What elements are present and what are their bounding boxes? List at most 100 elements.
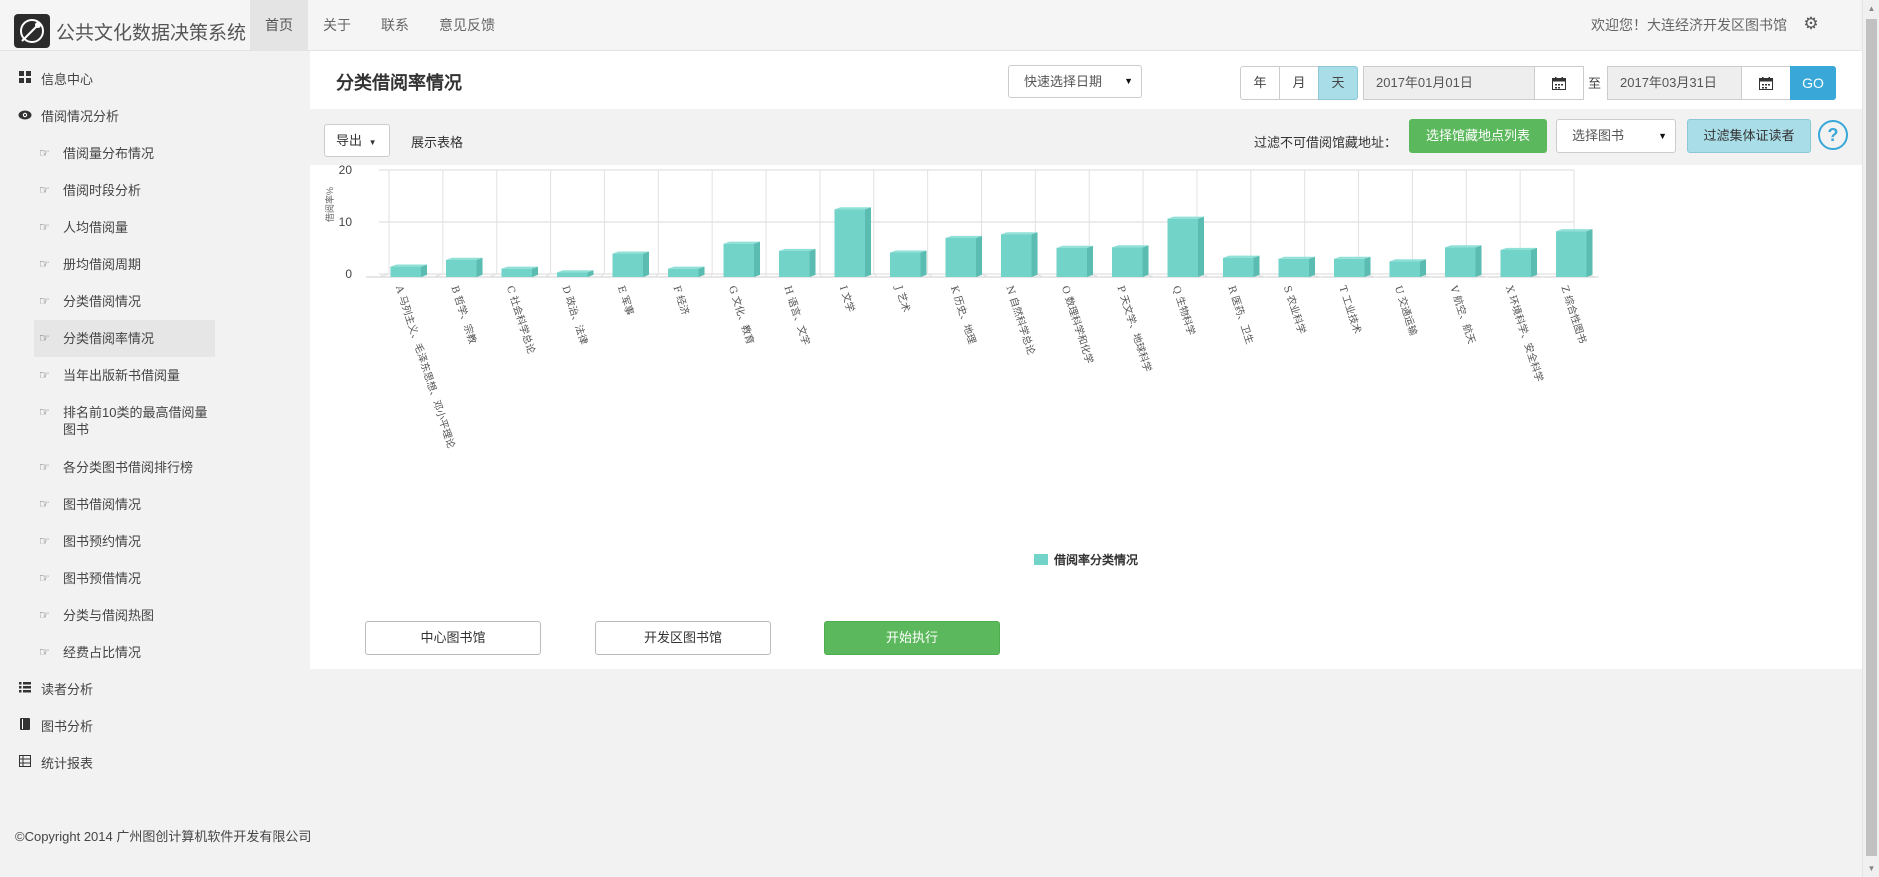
sidebar-sub-label: 分类与借阅热图 bbox=[63, 608, 155, 623]
bar-front bbox=[390, 266, 422, 277]
brand-title: 公共文化数据决策系统 bbox=[56, 22, 247, 44]
center-library-button[interactable]: 中心图书馆 bbox=[365, 621, 541, 655]
bar-top bbox=[501, 266, 539, 269]
hand-point-icon: ☞ bbox=[39, 534, 50, 548]
scroll-thumb[interactable] bbox=[1866, 19, 1877, 856]
sidebar-sub-item[interactable]: ☞ 经费占比情况 bbox=[0, 634, 240, 671]
sidebar-sub-label: 经费占比情况 bbox=[63, 645, 142, 660]
bar-front bbox=[1167, 218, 1199, 277]
bar-front bbox=[889, 252, 921, 277]
period-month-button[interactable]: 月 bbox=[1279, 66, 1319, 100]
end-date-input[interactable]: 2017年03月31日 bbox=[1607, 66, 1743, 100]
sidebar-sub-item-active[interactable]: ☞ 分类借阅率情况 bbox=[34, 320, 215, 357]
start-date-input[interactable]: 2017年01月01日 bbox=[1363, 66, 1535, 100]
bar bbox=[1444, 245, 1482, 277]
sidebar-item-borrow-analysis[interactable]: 借阅情况分析 bbox=[0, 98, 240, 135]
period-day-button[interactable]: 天 bbox=[1318, 66, 1358, 100]
calendar-icon[interactable] bbox=[1741, 66, 1791, 100]
hand-point-icon: ☞ bbox=[39, 571, 50, 585]
main-panel: 分类借阅率情况 快速选择日期 ▼ 年 月 天 2017年01月01日 至 201… bbox=[310, 51, 1862, 669]
nav-about[interactable]: 关于 bbox=[308, 0, 366, 51]
gear-icon[interactable]: ⚙ bbox=[1802, 15, 1820, 33]
start-execute-button[interactable]: 开始执行 bbox=[824, 621, 1000, 655]
sidebar-sub-item[interactable]: ☞ 图书预约情况 bbox=[0, 523, 240, 560]
sidebar-sub-item[interactable]: ☞ 图书预借情况 bbox=[0, 560, 240, 597]
bar bbox=[889, 250, 927, 277]
dev-zone-library-button[interactable]: 开发区图书馆 bbox=[595, 621, 771, 655]
sidebar-item-reports[interactable]: 统计报表 bbox=[0, 745, 240, 782]
bar bbox=[667, 266, 705, 277]
sidebar-sub-item[interactable]: ☞ 借阅量分布情况 bbox=[0, 135, 240, 172]
x-tick-label: R 医药、卫生 bbox=[1225, 284, 1256, 346]
bar bbox=[556, 270, 594, 277]
quick-date-select[interactable]: 快速选择日期 ▼ bbox=[1008, 65, 1142, 98]
sidebar-sub-item[interactable]: ☞ 图书借阅情况 bbox=[0, 486, 240, 523]
select-book-dropdown[interactable]: 选择图书 ▼ bbox=[1556, 119, 1676, 153]
period-year-button[interactable]: 年 bbox=[1240, 66, 1280, 100]
scroll-up-icon[interactable]: ▲ bbox=[1867, 4, 1876, 13]
help-icon[interactable]: ? bbox=[1818, 120, 1848, 150]
sidebar-item-book-analysis[interactable]: 图书分析 bbox=[0, 708, 240, 745]
bar-top bbox=[1444, 245, 1482, 248]
caret-down-icon: ▼ bbox=[368, 138, 377, 147]
hand-point-icon: ☞ bbox=[39, 405, 50, 419]
go-button[interactable]: GO bbox=[1790, 66, 1836, 100]
export-button[interactable]: 导出 ▼ bbox=[324, 124, 390, 157]
bar bbox=[723, 241, 761, 277]
bar-chart: A 马列主义、毛泽东思想、邓小平理论B 哲学、宗教 C 社会科学总论 D 政治、法律… bbox=[324, 165, 1600, 567]
sidebar-sub-item[interactable]: ☞ 借阅时段分析 bbox=[0, 172, 240, 209]
sidebar-item-label: 统计报表 bbox=[41, 756, 94, 771]
sidebar-sub-item[interactable]: ☞ 排名前10类的最高借阅量图书 bbox=[0, 394, 240, 449]
bar-top bbox=[1278, 256, 1316, 259]
bar-side bbox=[1253, 255, 1260, 277]
sidebar-sub-item[interactable]: ☞ 当年出版新书借阅量 bbox=[0, 357, 240, 394]
sidebar-sub-label: 图书预借情况 bbox=[63, 571, 142, 586]
caret-down-icon: ▼ bbox=[1124, 76, 1133, 86]
bar bbox=[1500, 247, 1538, 277]
bar-top bbox=[1056, 245, 1094, 248]
sidebar-sub-item[interactable]: ☞ 册均借阅周期 bbox=[0, 246, 240, 283]
bar-top bbox=[1111, 245, 1149, 248]
bar-top bbox=[556, 270, 594, 273]
footer-copyright: ©Copyright 2014 广州图创计算机软件开发有限公司 bbox=[15, 829, 312, 844]
sidebar-sub-item[interactable]: ☞ 分类与借阅热图 bbox=[0, 597, 240, 634]
bar-top bbox=[1222, 255, 1260, 258]
legend-label[interactable]: 借阅率分类情况 bbox=[1053, 552, 1138, 567]
x-tick-label: E 军事 bbox=[615, 284, 637, 317]
bar-top bbox=[390, 264, 428, 267]
legend-swatch bbox=[1034, 554, 1048, 565]
bar-top bbox=[889, 250, 927, 253]
bar-side bbox=[1031, 232, 1038, 277]
sidebar-sub-label: 图书预约情况 bbox=[63, 534, 142, 549]
scroll-down-icon[interactable]: ▼ bbox=[1867, 864, 1876, 873]
bar bbox=[1278, 256, 1316, 277]
eye-icon bbox=[18, 98, 32, 135]
x-tick-label: S 农业科学 bbox=[1281, 284, 1309, 336]
period-toggle: 年 月 天 bbox=[1240, 66, 1358, 100]
sidebar-item-info-center[interactable]: 信息中心 bbox=[0, 61, 240, 98]
bar-top bbox=[1333, 256, 1371, 259]
brand[interactable]: 公共文化数据决策系统 bbox=[14, 14, 246, 48]
filter-collective-readers-button[interactable]: 过滤集体证读者 bbox=[1687, 119, 1811, 153]
bar-side bbox=[476, 257, 483, 277]
bar-top bbox=[723, 241, 761, 244]
nav-feedback[interactable]: 意见反馈 bbox=[424, 0, 510, 51]
bar-front bbox=[1333, 258, 1365, 277]
bar-side bbox=[1420, 259, 1427, 277]
sidebar-item-reader-analysis[interactable]: 读者分析 bbox=[0, 671, 240, 708]
bar-side bbox=[1586, 229, 1593, 277]
x-tick-label: I 文学 bbox=[837, 284, 858, 314]
sidebar-sub-item[interactable]: ☞ 各分类图书借阅排行榜 bbox=[0, 449, 240, 486]
show-table-link[interactable]: 展示表格 bbox=[411, 132, 463, 151]
bar-top bbox=[778, 248, 816, 251]
bar bbox=[1555, 229, 1593, 277]
page-scrollbar[interactable]: ▲ ▼ bbox=[1862, 0, 1879, 877]
select-location-list-button[interactable]: 选择馆藏地点列表 bbox=[1409, 119, 1547, 153]
sidebar-sub-item[interactable]: ☞ 人均借阅量 bbox=[0, 209, 240, 246]
hand-point-icon: ☞ bbox=[39, 294, 50, 308]
calendar-icon[interactable] bbox=[1534, 66, 1584, 100]
nav-contact[interactable]: 联系 bbox=[366, 0, 424, 51]
sidebar-sub-item[interactable]: ☞ 分类借阅情况 bbox=[0, 283, 240, 320]
nav-home[interactable]: 首页 bbox=[250, 0, 308, 51]
bar-front bbox=[1222, 257, 1254, 277]
